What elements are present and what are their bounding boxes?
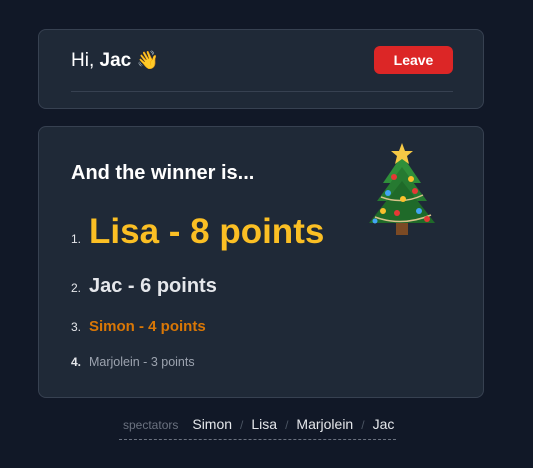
spectator-name: Lisa	[251, 416, 278, 432]
spectators-label: spectators	[123, 418, 179, 432]
spectator-separator: /	[285, 418, 289, 432]
header-card: Hi, Jac 👋 Leave	[38, 29, 484, 109]
spectator-name: Marjolein	[296, 416, 354, 432]
greeting-prefix: Hi,	[71, 50, 95, 71]
rank-entry: Lisa - 8 points	[89, 212, 325, 251]
header-divider	[71, 91, 453, 92]
rank-number: 2.	[71, 281, 82, 295]
rank-number: 3.	[71, 320, 82, 334]
ranking-item-3: 3. Simon - 4 points	[71, 317, 206, 337]
christmas-tree-icon	[369, 143, 435, 235]
rank-entry: Marjolein - 3 points	[89, 355, 195, 369]
spectator-name: Jac	[372, 416, 395, 432]
user-name: Jac	[99, 50, 132, 71]
spectator-name: Simon	[192, 416, 233, 432]
rank-entry: Simon - 4 points	[89, 318, 206, 335]
winner-heading: And the winner is...	[71, 162, 255, 184]
greeting: Hi, Jac 👋	[71, 49, 159, 73]
ranking-item-1: 1. Lisa - 8 points	[71, 211, 324, 253]
rank-entry: Jac - 6 points	[89, 275, 217, 297]
rank-number: 4.	[71, 355, 82, 369]
leave-button[interactable]: Leave	[374, 46, 453, 74]
spectator-separator: /	[240, 418, 244, 432]
ranking-item-2: 2. Jac - 6 points	[71, 273, 217, 299]
results-card: And the winner is... 1. Lisa - 8 points …	[38, 126, 484, 398]
rank-number: 1.	[71, 232, 82, 246]
spectator-separator: /	[361, 418, 365, 432]
waving-hand-icon: 👋	[136, 50, 159, 71]
ranking-item-4: 4. Marjolein - 3 points	[71, 353, 195, 371]
spectators-list: spectators Simon / Lisa / Marjolein / Ja…	[119, 416, 397, 440]
